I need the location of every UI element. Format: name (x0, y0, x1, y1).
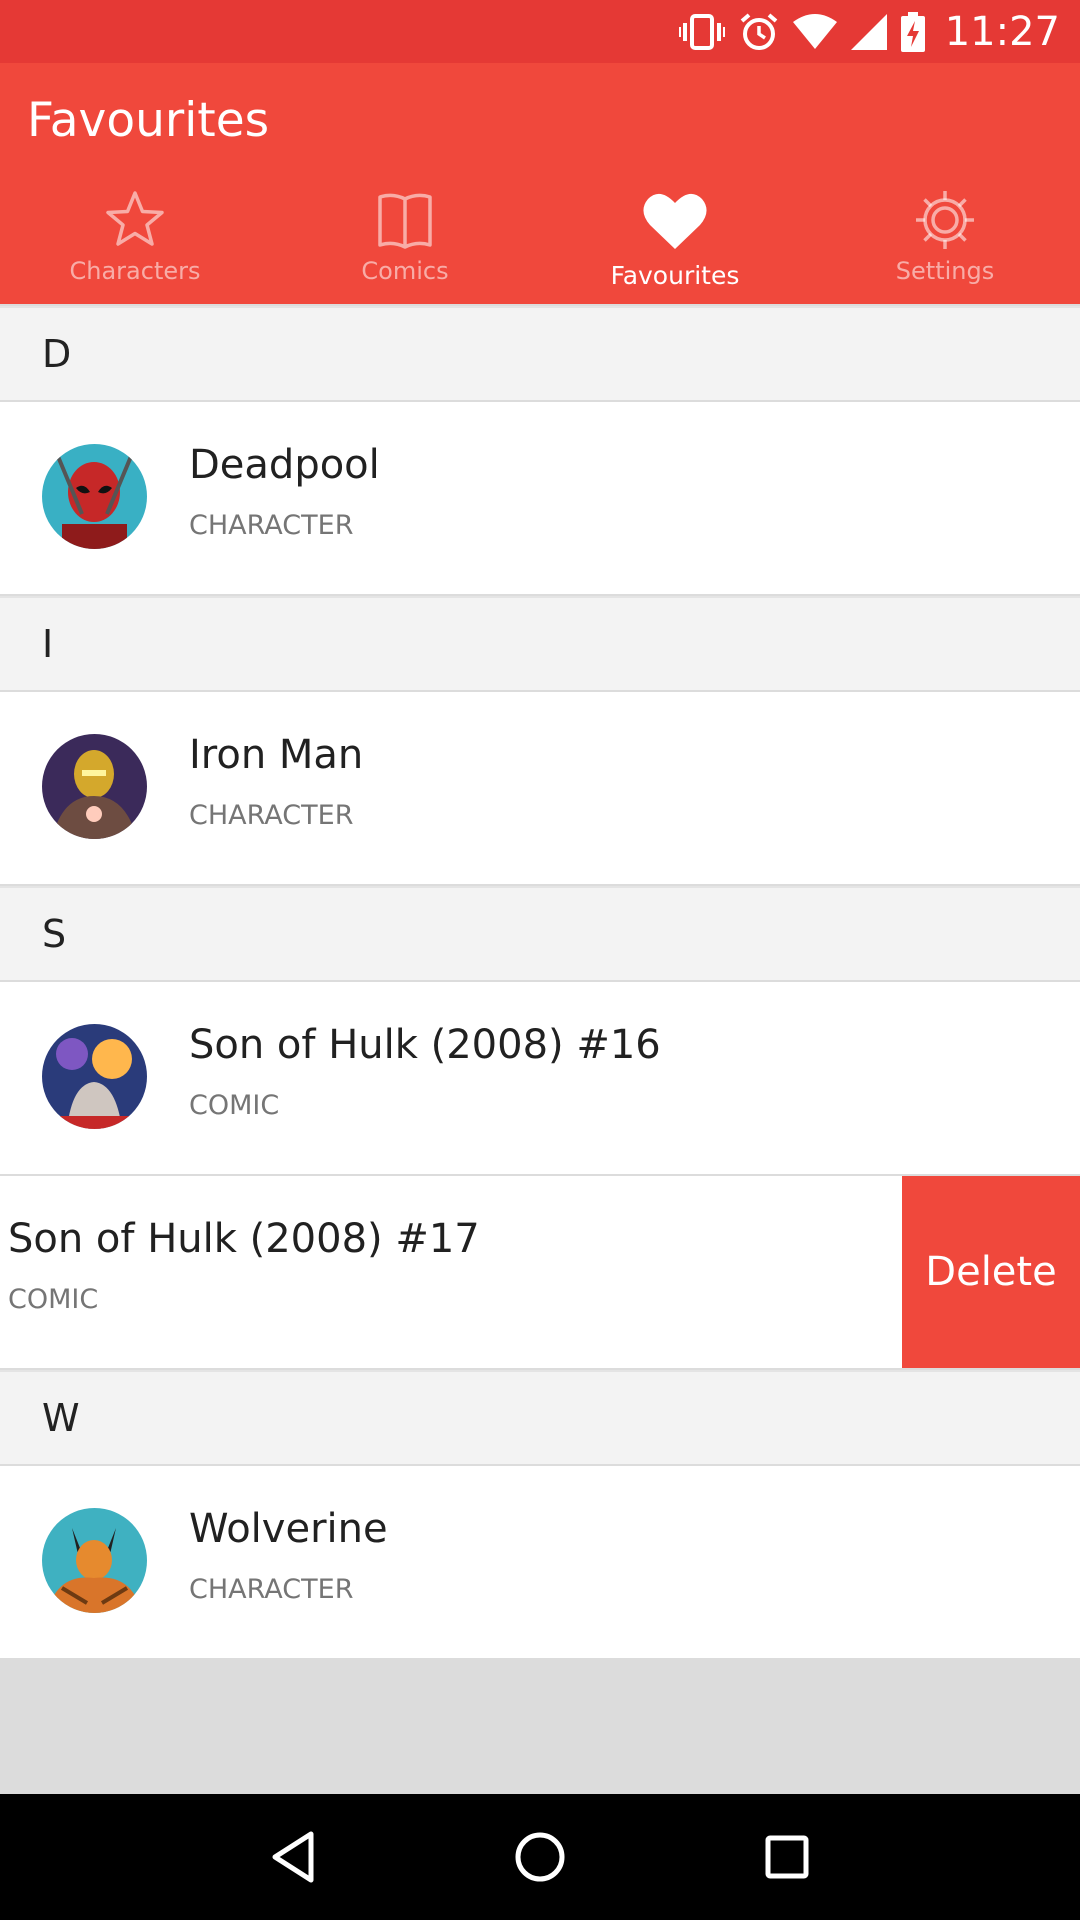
home-circle-icon (515, 1832, 565, 1882)
tab-settings[interactable]: Settings (810, 178, 1080, 304)
list-item-son-of-hulk-16[interactable]: Son of Hulk (2008) #16 COMIC (0, 982, 1080, 1176)
tab-label: Favourites (610, 261, 740, 290)
system-nav-bar (0, 1794, 1080, 1920)
tab-favourites[interactable]: Favourites (540, 178, 810, 304)
tab-bar: Characters Comics Favourites Settings (0, 178, 1080, 304)
item-title: Son of Hulk (2008) #16 (189, 1022, 661, 1068)
tab-comics[interactable]: Comics (270, 178, 540, 304)
gear-icon (916, 191, 974, 249)
cell-signal-icon (850, 13, 887, 50)
wifi-icon (792, 13, 837, 49)
avatar (42, 1024, 147, 1129)
vibrate-icon (678, 13, 725, 50)
section-header-i: I (0, 596, 1080, 692)
recents-button[interactable] (747, 1817, 827, 1897)
avatar (42, 734, 147, 839)
avatar (42, 444, 147, 549)
back-button[interactable] (253, 1817, 333, 1897)
status-time: 11:27 (944, 8, 1060, 55)
star-icon (106, 191, 164, 246)
tab-label: Settings (895, 257, 995, 285)
item-type: COMIC (189, 1090, 280, 1121)
list-item-son-of-hulk-17[interactable]: Son of Hulk (2008) #17 COMIC Delete (0, 1176, 1080, 1370)
battery-charging-icon (900, 11, 925, 52)
list-item-wolverine[interactable]: Wolverine CHARACTER (0, 1466, 1080, 1660)
favourites-list: D Deadpool CHARACTER I Iron Man CHARACTE… (0, 306, 1080, 1660)
back-triangle-icon (272, 1831, 314, 1883)
avatar (42, 1508, 147, 1613)
tab-characters[interactable]: Characters (0, 178, 270, 304)
section-header-d: D (0, 306, 1080, 402)
heart-icon (643, 193, 707, 249)
list-item-deadpool[interactable]: Deadpool CHARACTER (0, 402, 1080, 596)
item-type: CHARACTER (189, 800, 354, 831)
item-title: Wolverine (189, 1506, 388, 1552)
list-item-iron-man[interactable]: Iron Man CHARACTER (0, 692, 1080, 886)
tab-label: Comics (361, 257, 449, 285)
item-title: Deadpool (189, 442, 380, 488)
item-type: CHARACTER (189, 510, 354, 541)
home-button[interactable] (500, 1817, 580, 1897)
book-icon (378, 193, 432, 249)
delete-button[interactable]: Delete (902, 1176, 1080, 1368)
recents-square-icon (765, 1835, 809, 1879)
tab-label: Characters (69, 257, 201, 285)
status-icons: 11:27 (678, 0, 1060, 63)
page-title: Favourites (27, 93, 270, 148)
alarm-icon (740, 12, 778, 50)
app-bar: Favourites Characters Comics Favourites (0, 63, 1080, 304)
item-type: COMIC (8, 1284, 99, 1315)
item-title: Son of Hulk (2008) #17 (8, 1216, 480, 1262)
section-header-w: W (0, 1370, 1080, 1466)
section-header-s: S (0, 886, 1080, 982)
status-bar: 11:27 (0, 0, 1080, 63)
item-type: CHARACTER (189, 1574, 354, 1605)
item-title: Iron Man (189, 732, 364, 778)
